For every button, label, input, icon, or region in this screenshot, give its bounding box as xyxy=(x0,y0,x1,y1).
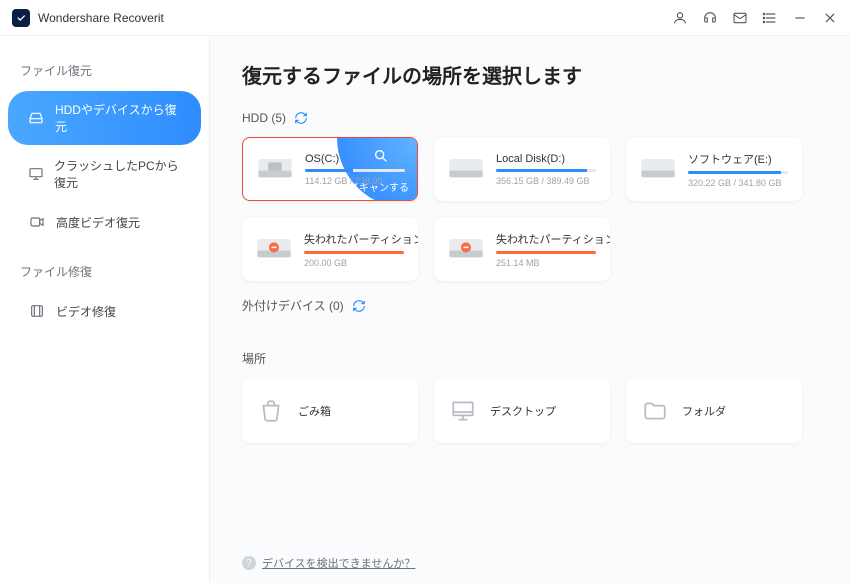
drive-usage-bar xyxy=(496,251,596,254)
hdd-icon xyxy=(638,154,678,184)
location-label: ごみ箱 xyxy=(298,403,331,419)
hdd-windows-icon xyxy=(255,154,295,184)
sidebar-item-label: HDDやデバイスから復元 xyxy=(55,101,181,135)
monitor-icon xyxy=(28,165,44,183)
group-hdd-header: HDD (5) xyxy=(242,111,818,125)
sidebar-item-hdd[interactable]: HDDやデバイスから復元 xyxy=(8,91,201,145)
hdd-lost-icon xyxy=(254,234,294,264)
account-icon[interactable] xyxy=(672,10,688,26)
mail-icon[interactable] xyxy=(732,10,748,26)
drive-name: Local Disk(D:) xyxy=(496,153,596,165)
help-bar: ? デバイスを検出できませんか？ xyxy=(242,555,415,571)
drive-card-os-c[interactable]: OS(C:) 114.12 GB / 238.00 スキャンする xyxy=(242,137,418,201)
menu-icon[interactable] xyxy=(762,10,778,26)
sidebar-item-crash[interactable]: クラッシュしたPCから復元 xyxy=(8,147,201,201)
sidebar-item-video-repair[interactable]: ビデオ修復 xyxy=(8,292,201,330)
drive-capacity: 251.14 MB xyxy=(496,258,598,268)
sidebar-item-label: クラッシュしたPCから復元 xyxy=(54,157,181,191)
drive-row-1: OS(C:) 114.12 GB / 238.00 スキャンする Local D… xyxy=(242,137,818,201)
group-external-label: 外付けデバイス (0) xyxy=(242,297,344,314)
drive-usage-bar xyxy=(688,171,788,174)
drive-usage-bar xyxy=(305,169,405,172)
group-locations-header: 場所 xyxy=(242,350,818,367)
film-icon xyxy=(28,302,46,320)
location-desktop[interactable]: デスクトップ xyxy=(434,379,610,443)
drive-name: 失われたパーティション 1 xyxy=(304,231,406,247)
sidebar-item-label: ビデオ修復 xyxy=(56,303,116,320)
titlebar-controls xyxy=(672,10,838,26)
drive-card-e[interactable]: ソフトウェア(E:) 320.22 GB / 341.80 GB xyxy=(626,137,802,201)
main: ファイル復元 HDDやデバイスから復元 クラッシュしたPCから復元 高度ビデオ復… xyxy=(0,36,850,583)
drive-usage-bar xyxy=(496,169,596,172)
scan-button[interactable]: スキャンする xyxy=(349,179,409,194)
location-trash[interactable]: ごみ箱 xyxy=(242,379,418,443)
drive-icon xyxy=(28,109,45,127)
help-badge-icon: ? xyxy=(242,556,256,570)
drive-card-lost-2[interactable]: 失われたパーティション 2 251.14 MB xyxy=(434,217,610,281)
hdd-lost-icon xyxy=(446,234,486,264)
drive-capacity: 320.22 GB / 341.80 GB xyxy=(688,178,788,188)
location-label: フォルダ xyxy=(682,403,726,419)
location-folder[interactable]: フォルダ xyxy=(626,379,802,443)
group-external-header: 外付けデバイス (0) xyxy=(242,297,818,314)
folder-icon xyxy=(640,396,670,426)
drive-capacity: 200.00 GB xyxy=(304,258,406,268)
help-link[interactable]: デバイスを検出できませんか？ xyxy=(262,555,415,571)
drive-usage-bar xyxy=(304,251,404,254)
close-icon[interactable] xyxy=(822,10,838,26)
drive-card-d[interactable]: Local Disk(D:) 356.15 GB / 389.49 GB xyxy=(434,137,610,201)
trash-icon xyxy=(256,396,286,426)
video-icon xyxy=(28,213,46,231)
page-title: 復元するファイルの場所を選択します xyxy=(242,60,818,89)
group-hdd-label: HDD (5) xyxy=(242,111,286,125)
support-icon[interactable] xyxy=(702,10,718,26)
locations-row: ごみ箱 デスクトップ フォルダ xyxy=(242,379,818,443)
desktop-icon xyxy=(448,396,478,426)
drive-name: ソフトウェア(E:) xyxy=(688,151,788,167)
sidebar-item-adv-video[interactable]: 高度ビデオ復元 xyxy=(8,203,201,241)
drive-name: 失われたパーティション 2 xyxy=(496,231,598,247)
drive-capacity: 356.15 GB / 389.49 GB xyxy=(496,176,596,186)
minimize-icon[interactable] xyxy=(792,10,808,26)
titlebar-left: Wondershare Recoverit xyxy=(12,9,164,27)
refresh-icon[interactable] xyxy=(294,111,308,125)
content-area: 復元するファイルの場所を選択します HDD (5) OS(C:) 114.12 … xyxy=(210,36,850,583)
sidebar-section-recover: ファイル復元 xyxy=(0,54,209,89)
drive-card-lost-1[interactable]: 失われたパーティション 1 200.00 GB xyxy=(242,217,418,281)
location-label: デスクトップ xyxy=(490,403,556,419)
refresh-icon[interactable] xyxy=(352,299,366,313)
app-logo xyxy=(12,9,30,27)
group-locations-label: 場所 xyxy=(242,350,266,367)
drive-row-2: 失われたパーティション 1 200.00 GB 失われたパーティション 2 25… xyxy=(242,217,818,281)
sidebar-item-label: 高度ビデオ復元 xyxy=(56,214,140,231)
sidebar-section-repair: ファイル修復 xyxy=(0,255,209,290)
app-title: Wondershare Recoverit xyxy=(38,11,164,25)
hdd-icon xyxy=(446,154,486,184)
sidebar: ファイル復元 HDDやデバイスから復元 クラッシュしたPCから復元 高度ビデオ復… xyxy=(0,36,210,583)
drive-name: OS(C:) xyxy=(305,153,405,165)
titlebar: Wondershare Recoverit xyxy=(0,0,850,36)
